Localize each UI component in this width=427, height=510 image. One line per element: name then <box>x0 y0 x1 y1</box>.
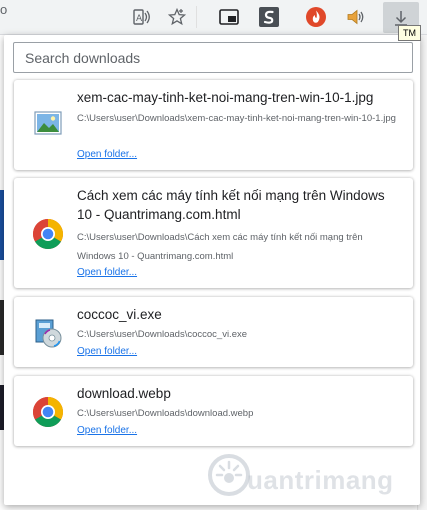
image-file-icon <box>32 107 64 139</box>
open-folder-link[interactable]: Open folder... <box>77 267 137 278</box>
watermark-text: uantrimang <box>247 465 394 495</box>
download-path: C:\Users\user\Downloads\xem-cac-may-tinh… <box>77 113 396 124</box>
address-bar-fragment[interactable]: o <box>0 2 10 32</box>
browser-toolbar: o A <box>0 0 427 35</box>
download-filename[interactable]: coccoc_vi.exe <box>77 305 399 324</box>
search-downloads-input[interactable] <box>13 42 413 73</box>
download-item[interactable]: coccoc_vi.exe C:\Users\user\Downloads\co… <box>14 297 413 367</box>
download-path: C:\Users\user\Downloads\coccoc_vi.exe <box>77 329 248 340</box>
picture-in-picture-icon[interactable] <box>215 4 243 30</box>
extension-s-icon[interactable] <box>255 4 283 30</box>
watermark: uantrimang <box>207 453 422 503</box>
button-tooltip: TM <box>398 25 421 41</box>
download-arrow-icon <box>395 10 407 26</box>
watermark-logo-icon <box>208 454 250 496</box>
open-folder-link[interactable]: Open folder... <box>77 425 137 436</box>
speaker-volume-icon[interactable] <box>342 4 370 30</box>
download-filename[interactable]: xem-cac-may-tinh-ket-noi-mang-tren-win-1… <box>77 88 399 107</box>
download-path: C:\Users\user\Downloads\Cách xem các máy… <box>77 232 363 262</box>
open-folder-link[interactable]: Open folder... <box>77 346 137 357</box>
download-path: C:\Users\user\Downloads\download.webp <box>77 408 254 419</box>
svg-text:A: A <box>136 14 143 24</box>
extension-fire-icon[interactable] <box>302 4 330 30</box>
download-filename[interactable]: Cách xem các máy tính kết nối mạng trên … <box>77 186 399 224</box>
open-folder-link[interactable]: Open folder... <box>77 149 137 160</box>
chrome-icon <box>32 218 64 250</box>
download-item[interactable]: download.webp C:\Users\user\Downloads\do… <box>14 376 413 446</box>
toolbar-separator <box>196 6 197 28</box>
installer-icon <box>32 317 64 349</box>
chrome-icon <box>32 396 64 428</box>
download-item[interactable]: Cách xem các máy tính kết nối mạng trên … <box>14 178 413 288</box>
download-filename[interactable]: download.webp <box>77 384 399 403</box>
read-aloud-icon[interactable]: A <box>128 4 156 30</box>
download-item[interactable]: xem-cac-may-tinh-ket-noi-mang-tren-win-1… <box>14 80 413 170</box>
favorite-star-icon[interactable] <box>163 4 191 30</box>
downloads-popup: xem-cac-may-tinh-ket-noi-mang-tren-win-1… <box>4 35 420 505</box>
